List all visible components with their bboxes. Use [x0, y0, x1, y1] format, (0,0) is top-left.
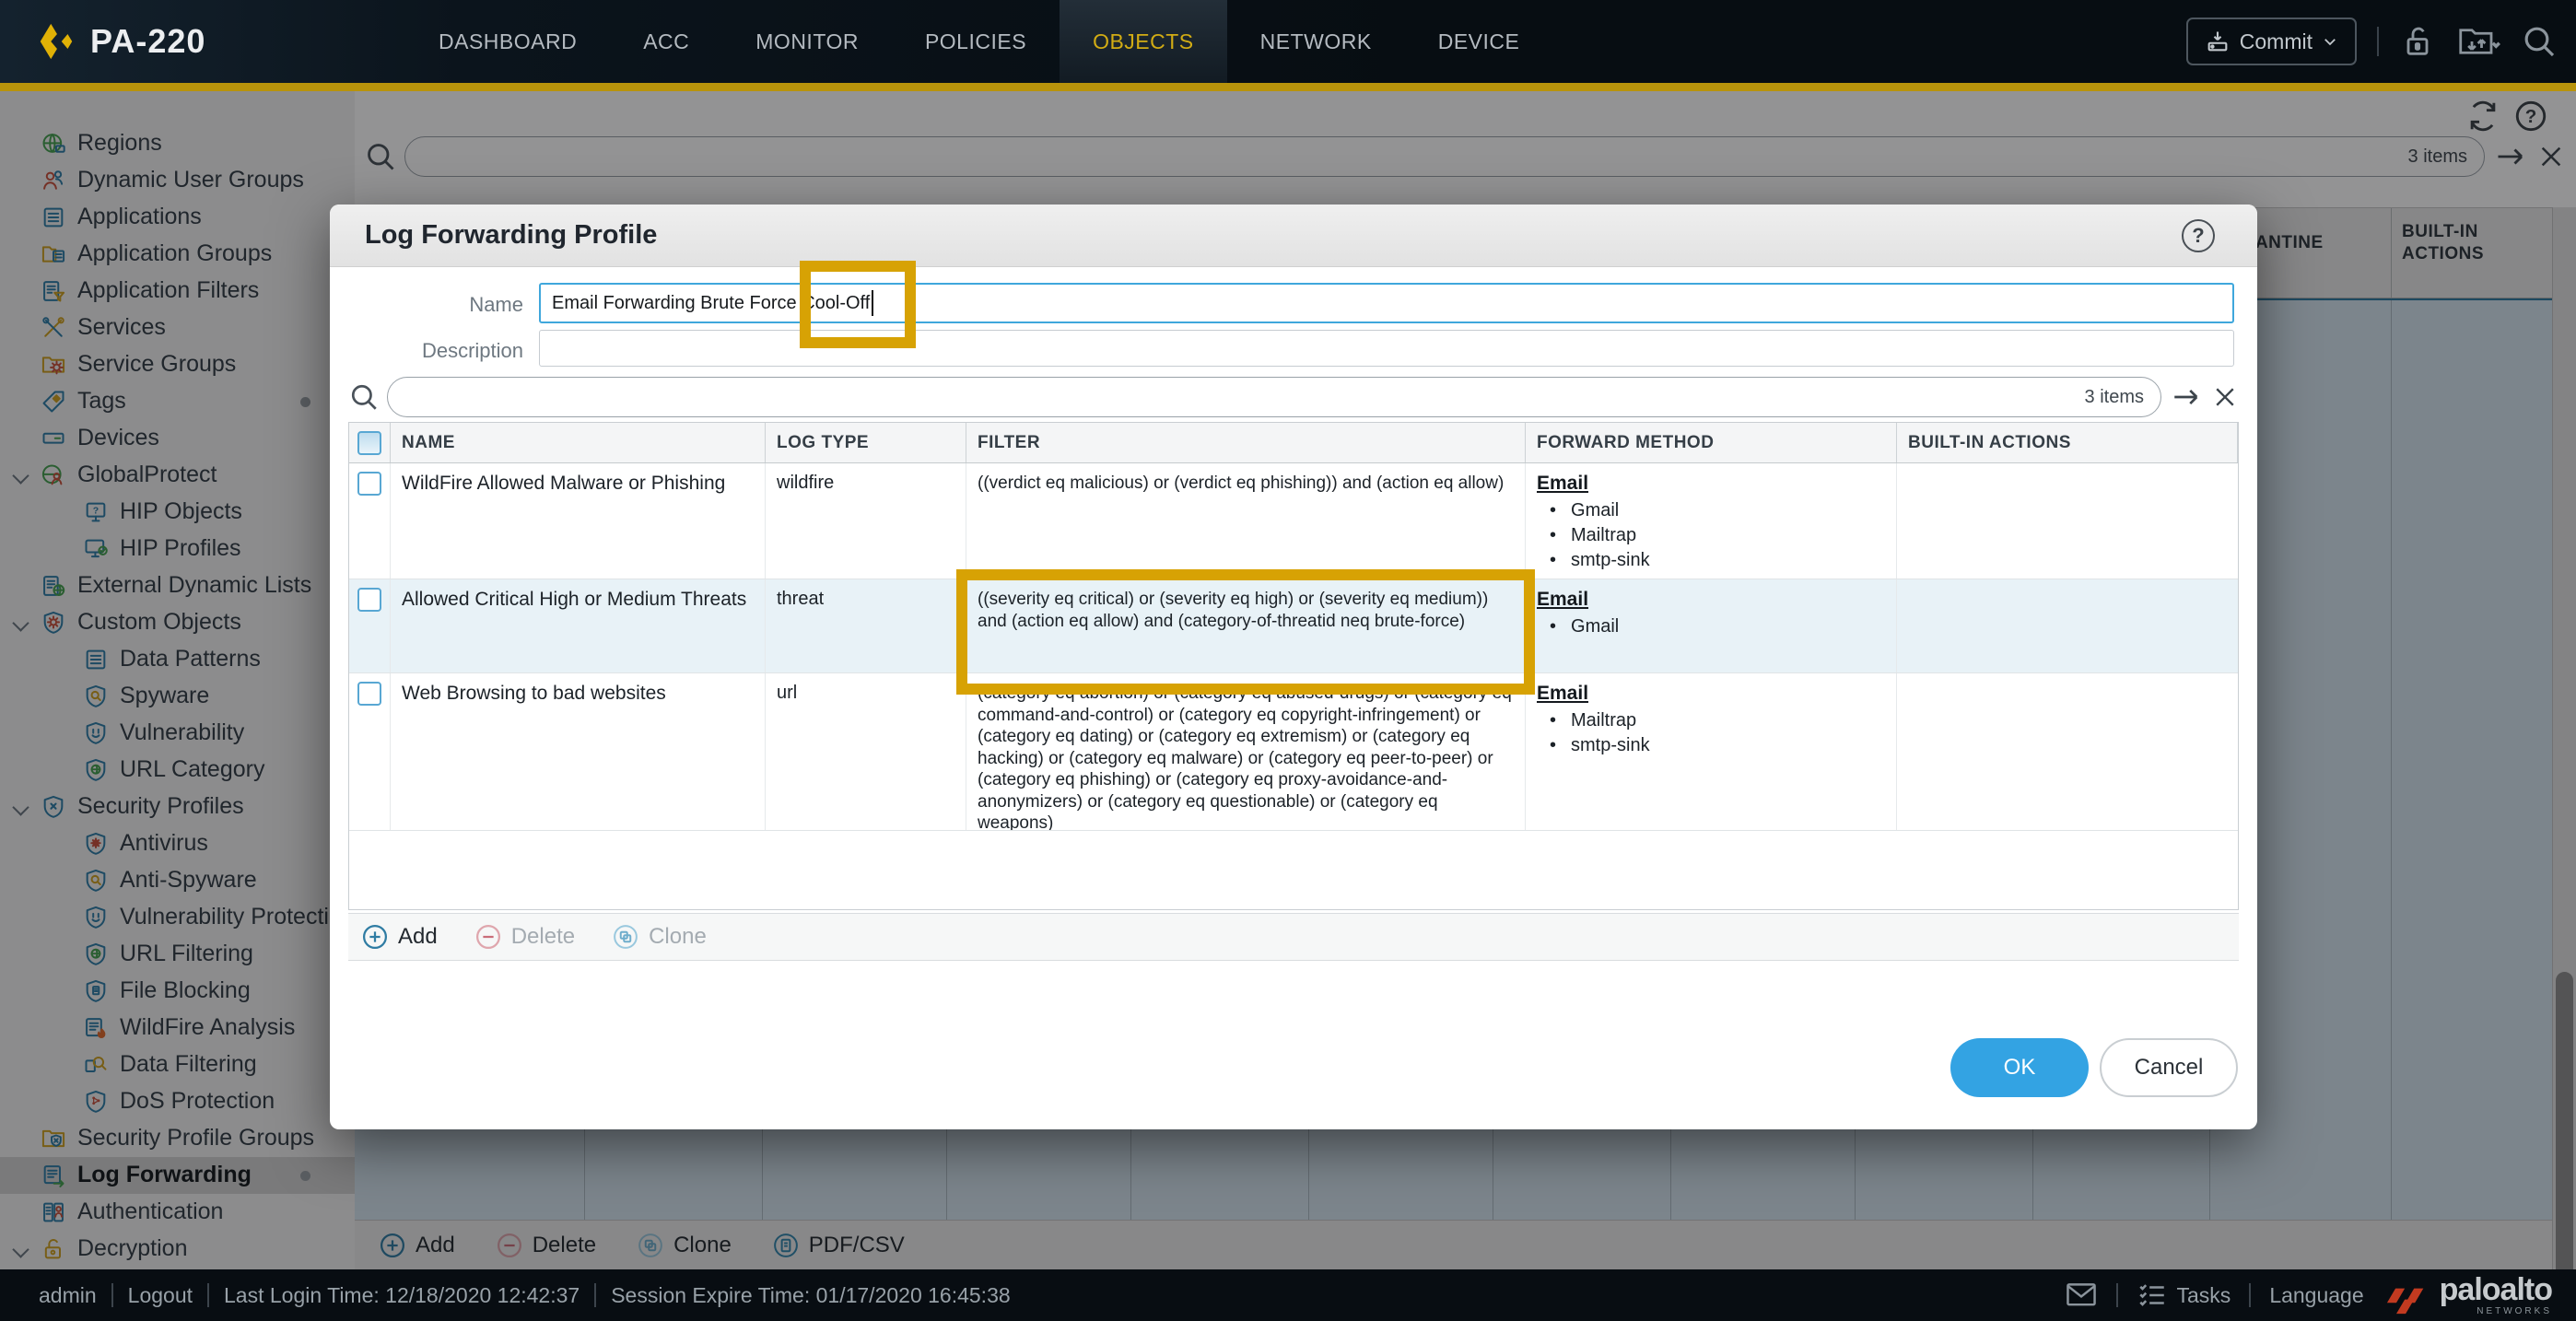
column-header-name[interactable]: NAME [391, 423, 766, 462]
match-list-search-input[interactable]: 3 items [387, 377, 2161, 417]
global-search-icon[interactable] [2521, 23, 2558, 60]
lock-icon[interactable] [2399, 23, 2436, 60]
chevron-down-icon [2324, 39, 2336, 46]
dialog-toolbar: Add Delete Clone [348, 913, 2239, 961]
cell-forward-method: Email Mailtrapsmtp-sink [1526, 673, 1897, 830]
mail-icon[interactable] [2065, 1280, 2098, 1310]
cell-built-in-actions [1897, 579, 2238, 672]
column-header-forward-method[interactable]: FORWARD METHOD [1526, 423, 1897, 462]
column-header-log-type[interactable]: LOG TYPE [766, 423, 966, 462]
cell-name: WildFire Allowed Malware or Phishing [391, 463, 766, 579]
cell-forward-method: Email GmailMailtrapsmtp-sink [1526, 463, 1897, 579]
nav-tab-device[interactable]: DEVICE [1405, 0, 1553, 83]
forward-server: Mailtrap [1537, 708, 1885, 733]
table-header-row: NAME LOG TYPE FILTER FORWARD METHOD BUILT-IN… [349, 423, 2238, 463]
items-count: 3 items [2084, 386, 2144, 407]
commit-icon [2207, 31, 2228, 52]
cell-built-in-actions [1897, 463, 2238, 579]
commit-label: Commit [2239, 29, 2313, 53]
cell-name: Web Browsing to bad websites [391, 673, 766, 830]
logout-link[interactable]: Logout [128, 1283, 193, 1308]
cell-built-in-actions [1897, 673, 2238, 830]
name-label: Name [469, 293, 523, 316]
column-header-built-in-actions[interactable]: BUILT-IN ACTIONS [1897, 423, 2238, 462]
cell-filter: ((verdict eq malicious) or (verdict eq p… [966, 463, 1526, 579]
cancel-button[interactable]: Cancel [2100, 1038, 2238, 1097]
delete-button[interactable]: Delete [474, 923, 575, 951]
language-button[interactable]: Language [2269, 1283, 2363, 1308]
commit-button[interactable]: Commit [2185, 18, 2357, 65]
tasks-button[interactable]: Tasks [2137, 1280, 2231, 1311]
dialog-help-icon[interactable]: ? [2182, 219, 2215, 252]
palo-alto-networks-logo: paloalto NETWORKS [2383, 1274, 2553, 1316]
device-logo: PA-220 [35, 0, 205, 83]
clear-filter-icon[interactable] [2211, 383, 2239, 411]
forward-server: Gmail [1537, 498, 1885, 523]
cell-log-type: wildfire [766, 463, 966, 579]
nav-tab-objects[interactable]: OBJECTS [1060, 0, 1227, 83]
palo-alto-diamond-icon [40, 23, 73, 60]
cell-log-type: url [766, 673, 966, 830]
nav-separator [2377, 27, 2379, 56]
add-icon [361, 923, 389, 951]
text-cursor [872, 290, 874, 316]
nav-tab-network[interactable]: NETWORK [1227, 0, 1405, 83]
email-link[interactable]: Email [1537, 683, 1885, 705]
column-header-filter[interactable]: FILTER [966, 423, 1526, 462]
ok-button[interactable]: OK [1950, 1038, 2089, 1097]
search-icon [351, 384, 377, 410]
row-checkbox[interactable] [357, 472, 381, 496]
apply-filter-icon[interactable] [2171, 381, 2202, 413]
status-bar: admin Logout Last Login Time: 12/18/2020… [0, 1269, 2576, 1321]
session-expire-time: Session Expire Time: 01/17/2020 16:45:38 [611, 1282, 1011, 1307]
accent-bar [0, 83, 2576, 91]
main-nav-tabs: DASHBOARD ACC MONITOR POLICIES OBJECTS NETWOR… [405, 0, 1552, 83]
table-row-allowed-critical-high-or-medium-threats[interactable]: Allowed Critical High or Medium Threats t… [349, 579, 2238, 673]
table-row-wildfire-allowed-malware-or-phishing[interactable]: WildFire Allowed Malware or Phishing wild… [349, 463, 2238, 579]
cell-filter: (category eq abortion) or (category eq a… [966, 673, 1526, 830]
nav-tab-policies[interactable]: POLICIES [892, 0, 1060, 83]
device-name: PA-220 [90, 22, 206, 60]
nav-tab-monitor[interactable]: MONITOR [722, 0, 892, 83]
forward-server: Mailtrap [1537, 523, 1885, 548]
config-folder-icon[interactable] [2456, 22, 2500, 61]
last-login-time: Last Login Time: 12/18/2020 12:42:37 [224, 1282, 580, 1307]
add-button[interactable]: Add [361, 923, 438, 951]
forward-server: smtp-sink [1537, 733, 1885, 758]
description-label: Description [421, 339, 523, 362]
cell-log-type: threat [766, 579, 966, 672]
clone-button[interactable]: Clone [612, 923, 707, 951]
top-nav-bar: PA-220 DASHBOARD ACC MONITOR POLICIES OBJECT… [0, 0, 2576, 83]
row-checkbox[interactable] [357, 588, 381, 612]
select-all-checkbox[interactable] [357, 430, 381, 455]
cell-forward-method: Email Gmail [1526, 579, 1897, 672]
name-value: Email Forwarding Brute Force Cool-Off [552, 292, 871, 313]
cell-name: Allowed Critical High or Medium Threats [391, 579, 766, 672]
delete-icon [474, 923, 502, 951]
dialog-header: Log Forwarding Profile ? [330, 205, 2257, 267]
description-input[interactable] [539, 330, 2234, 367]
match-list-table: NAME LOG TYPE FILTER FORWARD METHOD BUILT-IN… [348, 422, 2239, 910]
email-link[interactable]: Email [1537, 473, 1885, 495]
logged-in-user: admin [39, 1282, 97, 1307]
email-link[interactable]: Email [1537, 589, 1885, 611]
table-row-web-browsing-to-bad-websites[interactable]: Web Browsing to bad websites url (category… [349, 673, 2238, 831]
forward-server: Gmail [1537, 614, 1885, 639]
tasks-icon [2138, 1284, 2164, 1306]
row-checkbox[interactable] [357, 682, 381, 706]
log-forwarding-profile-dialog: Log Forwarding Profile ? Name Email Forw… [330, 205, 2257, 1129]
name-input[interactable]: Email Forwarding Brute Force Cool-Off [539, 283, 2234, 323]
nav-tab-dashboard[interactable]: DASHBOARD [405, 0, 610, 83]
cell-filter: ((severity eq critical) or (severity eq … [966, 579, 1526, 672]
nav-tab-acc[interactable]: ACC [610, 0, 722, 83]
forward-server: smtp-sink [1537, 548, 1885, 573]
dialog-title: Log Forwarding Profile [365, 220, 658, 250]
clone-icon [612, 923, 639, 951]
palo-alto-mark-icon [2386, 1288, 2423, 1315]
